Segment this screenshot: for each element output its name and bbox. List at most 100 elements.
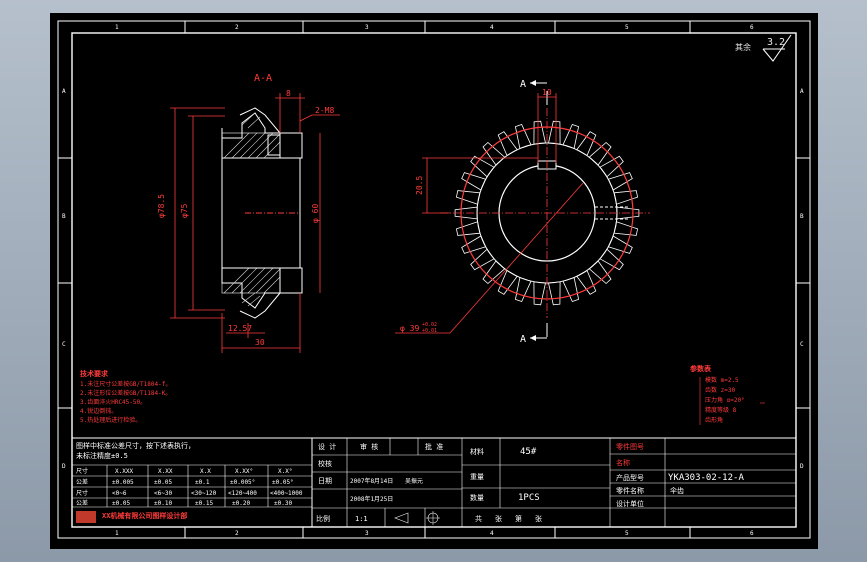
zone-top-1: 1 [115,24,119,31]
gear-tooth [562,124,580,150]
dim-keyway-width: 10 [542,88,552,97]
tech-req-line-1: 1.未注尺寸公差按GB/T1804-f。 [80,380,171,388]
gear-tooth [613,221,639,236]
tb-sheet-1: 张 [495,514,502,523]
dim-face: 12.57 [228,324,252,333]
dim-tol-lower: +0.01 [422,328,437,334]
tb-sheet-no: 第 [515,514,522,523]
tb-scale: 1:1 [355,515,368,523]
surface-roughness-symbol: 其余 3.2 [735,34,792,62]
tb-material: 45# [520,447,537,457]
section-mark-top: A [520,79,526,90]
tol-r2-c1: <0~6 [112,490,127,497]
tb-approve: 批 准 [425,442,443,451]
gear-param-2: 齿数 z=30 [705,386,735,394]
roughness-prefix: 其余 [735,42,751,52]
tol-r3-c4: ±0.20 [232,500,250,507]
tech-req-line-3: 3.齿面淬火HRC45-50。 [80,398,146,406]
tech-req-line-4: 4.锐边倒钝。 [80,407,117,415]
gear-tooth [514,276,532,302]
tol-col-1: X.XXX [115,468,133,475]
gear-param-3: 压力角 α=20° [705,396,745,404]
company-name: XX机械有限公司图样设计部 [102,511,187,520]
tol-r1-c2: ±0.05 [154,479,172,486]
tb-right-label-1: 零件图号 [616,442,644,451]
section-title: A-A [254,73,272,84]
gear-tooth [497,269,518,295]
zone-top-6: 6 [750,24,754,31]
dim-width-top: 8 [286,89,291,98]
tb-material-label: 材料 [470,447,484,456]
section-view-a-a: A-A φ78.5 φ75 φ 60 8 2-M8 12.57 30 [157,73,340,353]
dim-length: 30 [255,338,265,347]
dim-bore: φ 39 [400,324,419,333]
tb-review: 审 核 [360,442,378,451]
tolerance-table: 图样中标准公差尺寸，按下述表执行， 未标注精度±0.5 尺寸 X.XXX X.X… [71,437,313,528]
tb-right-label-4: 零件名称 [616,486,644,495]
zone-bottom-5: 5 [625,530,629,537]
zone-top-2: 2 [235,24,239,31]
tb-right-label-3: 产品型号 [616,473,644,482]
tol-r2-c0: 尺寸 [76,489,88,497]
tb-drawing-no: YKA303-02-12-A [668,473,744,483]
tol-r3-c3: ±0.15 [195,500,213,507]
tb-weight-label: 重量 [470,473,484,481]
zone-markers: 1 2 3 4 5 6 1 2 3 4 5 6 A B C D A B C D [58,21,810,538]
tb-right-label-5: 设计单位 [616,499,644,508]
gear-tooth [533,120,546,145]
company-logo-icon [76,511,96,523]
tb-design: 设 计 [318,442,336,451]
tol-r2-c2: <6~30 [154,490,172,497]
tol-r2-c5: <400~1000 [270,490,303,497]
tol-col-3: X.X [200,468,211,475]
tech-req-line-2: 2.未注形位公差按GB/T1184-K。 [80,389,171,397]
tol-r1-c3: ±0.1 [195,479,210,486]
outer-frame [57,20,811,539]
zone-left-c: C [62,341,66,348]
technical-requirements: 技术要求 1.未注尺寸公差按GB/T1804-f。 2.未注形位公差按GB/T1… [80,369,171,424]
gear-tooth [576,131,597,157]
dim-chamfer: 2-M8 [315,106,334,115]
zone-left-d: D [62,463,66,470]
tb-scale-label: 比例 [316,514,330,523]
zone-bottom-1: 1 [115,530,119,537]
roughness-value: 3.2 [767,37,785,48]
gear-param-1: 模数 m=2.5 [705,376,739,384]
dim-outer-diameter: φ78.5 [157,194,166,218]
zone-top-5: 5 [625,24,629,31]
tol-col-2: X.XX [158,468,173,475]
dim-bore-diameter: φ 60 [311,204,320,223]
tb-draw-date: 2008年1月25日 [350,495,393,503]
tol-header-note-2: 未标注精度±0.5 [76,451,128,460]
tb-date-label: 日期 [318,477,332,485]
tol-r2-c3: <30~120 [191,490,217,497]
dim-mid-diameter: φ75 [180,203,189,218]
tol-r3-c5: ±0.30 [274,500,292,507]
gear-tooth [576,269,597,295]
zone-left-b: B [62,213,66,220]
tol-r3-c0: 公差 [76,499,88,507]
gear-tooth [613,190,639,205]
gear-params-title: 参数表 [690,364,712,373]
tol-col-4: X.XX° [235,468,253,475]
gear-tooth [455,190,481,205]
tb-qty: 1PCS [518,493,540,503]
gear-tooth [548,120,561,145]
gear-param-5: 齿形角 [705,416,723,424]
projection-cone-icon [394,512,409,524]
zone-bottom-6: 6 [750,530,754,537]
tb-part-name: 伞齿 [670,486,684,495]
zone-top-4: 4 [490,24,494,31]
zone-right-c: C [800,341,804,348]
cad-drawing-canvas[interactable]: 1 2 3 4 5 6 1 2 3 4 5 6 A B C D A B C D … [50,13,818,549]
tb-designer-date: 2007年8月14日 [350,477,393,485]
gear-front-view: A A 10 20.5 φ 39 +0.02 +0.01 [395,79,650,345]
gear-parameters: 参数表 模数 m=2.5 齿数 z=30 压力角 α=20° 精度等级 8 齿形… [690,364,765,425]
tech-req-line-5: 5.热处理后进行检验。 [80,416,141,424]
tech-req-title: 技术要求 [80,369,109,378]
tol-col-5: X.X° [278,468,292,475]
tol-r3-c2: ±0.10 [154,500,172,507]
inner-frame [71,32,797,528]
zone-right-a: A [800,88,804,95]
zone-bottom-4: 4 [490,530,494,537]
